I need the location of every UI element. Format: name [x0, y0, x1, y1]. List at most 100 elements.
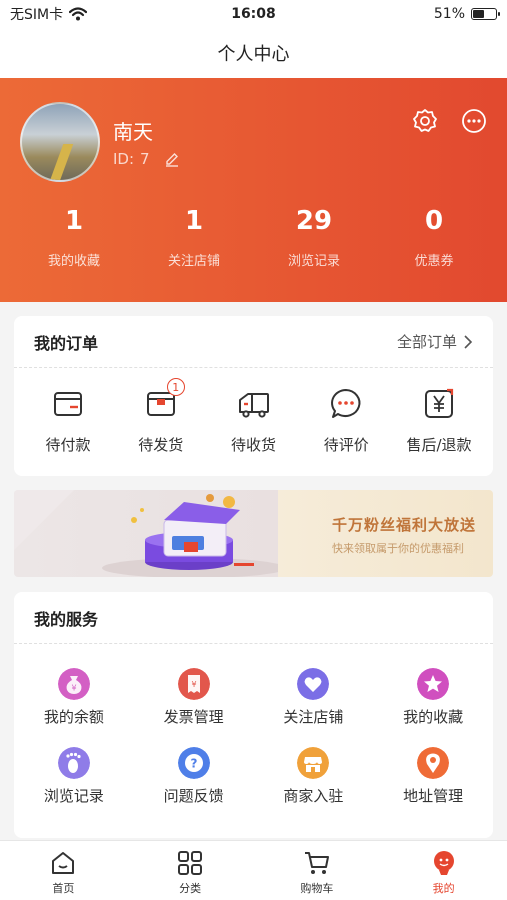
- stat-coupons[interactable]: 0 优惠券: [374, 206, 494, 269]
- order-pending-payment[interactable]: 待付款: [22, 386, 114, 455]
- stats-row: 1 我的收藏 1 关注店铺 29 浏览记录 0 优惠券: [0, 206, 507, 269]
- banner-subtitle: 快来领取属于你的优惠福利: [332, 542, 464, 555]
- edit-icon[interactable]: [164, 151, 180, 167]
- battery-icon: [471, 8, 500, 20]
- stat-value: 1: [64, 206, 84, 236]
- service-label: 我的收藏: [403, 708, 464, 726]
- stat-label: 优惠券: [414, 254, 454, 269]
- service-followed-shops[interactable]: 关注店铺: [254, 668, 374, 727]
- page-title: 个人中心: [217, 44, 290, 65]
- tab-cart[interactable]: 购物车: [254, 841, 381, 900]
- order-pending-review[interactable]: 待评价: [300, 386, 392, 455]
- order-after-sales[interactable]: 售后/退款: [393, 386, 485, 455]
- user-name: 南天: [113, 120, 153, 144]
- svg-text:?: ?: [190, 757, 197, 771]
- truck-icon: [238, 393, 269, 418]
- battery-percent: 51%: [433, 6, 465, 22]
- service-label: 地址管理: [403, 787, 464, 805]
- footprint-icon: [57, 747, 90, 779]
- stat-value: 0: [424, 206, 444, 236]
- store-icon: [297, 747, 330, 779]
- service-history[interactable]: 浏览记录: [14, 747, 134, 806]
- gift-box-illustration: [14, 490, 286, 577]
- status-bar: 无SIM卡 16:08 51%: [0, 0, 507, 28]
- service-feedback[interactable]: ? 问题反馈: [134, 747, 254, 806]
- settings-icon[interactable]: [412, 108, 438, 134]
- orders-header: 我的订单 全部订单: [14, 316, 493, 368]
- stat-followed-shops[interactable]: 1 关注店铺: [134, 206, 254, 269]
- service-label: 我的余额: [43, 708, 104, 726]
- service-label: 问题反馈: [163, 787, 224, 805]
- banner-title: 千万粉丝福利大放送: [332, 516, 477, 534]
- stat-label: 我的收藏: [47, 254, 100, 269]
- order-label: 待收货: [230, 436, 276, 454]
- order-label: 售后/退款: [406, 436, 472, 454]
- stat-value: 29: [295, 206, 333, 236]
- service-merchant-join[interactable]: 商家入驻: [254, 747, 374, 806]
- user-id-value: 7: [140, 150, 150, 168]
- message-icon[interactable]: [461, 108, 487, 134]
- service-label: 浏览记录: [43, 787, 104, 805]
- location-icon: [417, 747, 450, 779]
- yen-refund-icon: [425, 388, 454, 418]
- chat-icon: [331, 389, 361, 418]
- wallet-icon: [54, 392, 82, 416]
- service-label: 发票管理: [163, 708, 224, 726]
- chevron-right-icon: [464, 334, 473, 349]
- service-label: 关注店铺: [283, 708, 344, 726]
- user-id-row: ID: 7: [113, 150, 180, 168]
- tab-label: 分类: [179, 882, 202, 895]
- invoice-icon: ¥: [177, 668, 210, 700]
- question-icon: ?: [177, 747, 210, 779]
- banner-text-area: 千万粉丝福利大放送 快来领取属于你的优惠福利: [278, 490, 493, 577]
- star-icon: [417, 668, 450, 700]
- services-header: 我的服务: [14, 592, 493, 644]
- tab-home[interactable]: 首页: [0, 841, 127, 900]
- tab-label: 我的: [432, 882, 455, 895]
- profile-icon: [433, 851, 454, 875]
- service-address[interactable]: 地址管理: [373, 747, 493, 806]
- orders-card: 我的订单 全部订单 待付款 1 待发货 待收货 待评价 售后/退款: [14, 316, 493, 476]
- order-count-badge: 1: [166, 378, 185, 396]
- svg-text:¥: ¥: [71, 684, 76, 693]
- cart-icon: [304, 852, 329, 874]
- carrier-label: 无SIM卡: [10, 7, 64, 23]
- services-title: 我的服务: [34, 609, 99, 629]
- category-icon: [178, 851, 203, 875]
- all-orders-label: 全部订单: [396, 333, 457, 351]
- home-icon: [52, 852, 75, 874]
- heart-icon: [297, 668, 330, 700]
- tab-category[interactable]: 分类: [127, 841, 254, 900]
- wifi-icon: [69, 7, 88, 21]
- order-pending-shipment[interactable]: 1 待发货: [115, 378, 207, 455]
- all-orders-link[interactable]: 全部订单: [397, 331, 473, 352]
- stat-history[interactable]: 29 浏览记录: [254, 206, 374, 269]
- battery-level: [473, 10, 485, 18]
- services-grid: ¥ 我的余额 ¥ 发票管理 关注店铺 我的收藏 浏览记录 ? 问题反馈 商家入驻…: [14, 644, 493, 806]
- service-invoice[interactable]: ¥ 发票管理: [134, 668, 254, 727]
- status-right: 51%: [433, 6, 500, 22]
- money-bag-icon: ¥: [57, 668, 90, 700]
- service-balance[interactable]: ¥ 我的余额: [14, 668, 134, 727]
- order-pending-receipt[interactable]: 待收货: [208, 386, 300, 455]
- service-favorites[interactable]: 我的收藏: [373, 668, 493, 727]
- nav-bar: 个人中心: [0, 28, 507, 78]
- stat-label: 关注店铺: [167, 254, 220, 269]
- user-id: ID: 7: [113, 150, 150, 168]
- tab-label: 购物车: [300, 882, 334, 895]
- avatar-photo-detail: [48, 144, 74, 180]
- stat-favorites[interactable]: 1 我的收藏: [14, 206, 134, 269]
- services-card: 我的服务 ¥ 我的余额 ¥ 发票管理 关注店铺 我的收藏 浏览记录 ? 问题反馈…: [14, 592, 493, 838]
- svg-text:¥: ¥: [191, 680, 196, 689]
- status-left: 无SIM卡: [10, 4, 88, 24]
- avatar[interactable]: [20, 102, 100, 182]
- order-label: 待付款: [45, 436, 91, 454]
- profile-header: 南天 ID: 7 1 我的收藏 1 关注店铺 29 浏览记录 0 优惠券: [0, 78, 507, 302]
- promo-banner[interactable]: 千万粉丝福利大放送 快来领取属于你的优惠福利: [14, 490, 493, 577]
- service-label: 商家入驻: [283, 787, 344, 805]
- stat-value: 1: [184, 206, 204, 236]
- order-status-row: 待付款 1 待发货 待收货 待评价 售后/退款: [14, 368, 493, 455]
- orders-title: 我的订单: [34, 333, 99, 353]
- user-id-label: ID:: [113, 150, 135, 168]
- tab-profile[interactable]: 我的: [380, 841, 507, 900]
